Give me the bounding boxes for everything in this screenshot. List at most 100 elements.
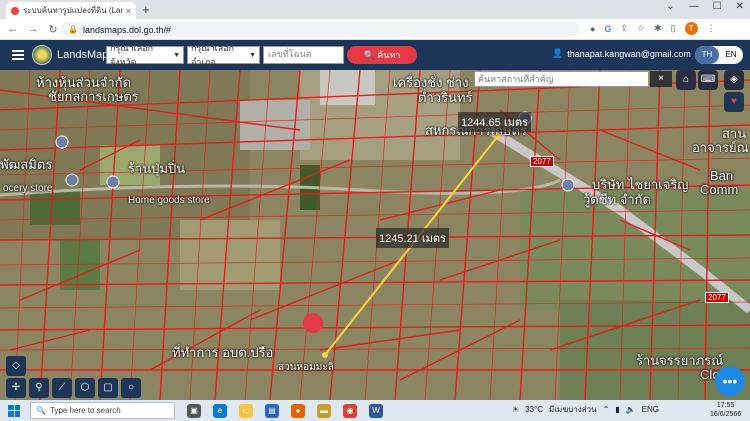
- firefox-icon[interactable]: ●: [291, 403, 305, 418]
- taskbar-search[interactable]: 🔍 Type here to search: [30, 402, 175, 419]
- language-toggle[interactable]: TH EN: [695, 46, 743, 64]
- task-view-icon[interactable]: ▣: [187, 403, 201, 418]
- clock-date: 16/6/2566: [710, 411, 742, 418]
- store-icon[interactable]: ▤: [265, 403, 279, 418]
- user-icon: 👤: [552, 48, 564, 58]
- rectangle-icon[interactable]: ▢: [98, 378, 118, 398]
- taskbar-search-placeholder: Type here to search: [49, 406, 121, 415]
- weather-icon: ☀: [512, 405, 520, 414]
- measure-line-icon[interactable]: ⟋: [52, 378, 72, 398]
- map-label: Home goods store: [128, 195, 210, 206]
- search-button[interactable]: 🔍 ค้นหา: [347, 46, 417, 64]
- draw-toolbar: ✢ ⚲ ⟋ ⬡ ▢ ○: [6, 378, 141, 398]
- forward-icon[interactable]: →: [26, 23, 40, 35]
- network-icon[interactable]: ▮: [615, 405, 619, 414]
- chrome-icon[interactable]: ◉: [343, 403, 357, 418]
- chevron-down-icon[interactable]: ⌄: [666, 1, 674, 12]
- circle-icon[interactable]: ○: [121, 378, 141, 398]
- map-label: ต่ำวรินทร์: [418, 90, 473, 105]
- close-icon[interactable]: ×: [650, 71, 672, 87]
- home-icon[interactable]: ⌂: [676, 70, 696, 90]
- lang-en[interactable]: EN: [719, 46, 743, 64]
- share-icon[interactable]: ⇪: [620, 23, 628, 34]
- tab-title: ระบบค้นหารูปแปลงที่ดิน (LandsMaps): [23, 6, 122, 15]
- location-icon[interactable]: ●: [590, 24, 595, 34]
- map-canvas[interactable]: ห้างหุ้นส่วนจำกัด ชัยกลการเกษตร พัฒสมิตร…: [0, 70, 750, 400]
- folder-icon[interactable]: ▬: [317, 403, 331, 418]
- draw-tool-top: ◇: [6, 356, 26, 376]
- map-label: ocery store: [3, 183, 53, 194]
- search-icon: 🔍: [36, 406, 46, 415]
- browser-tab[interactable]: ระบบค้นหารูปแปลงที่ดิน (LandsMaps) ×: [6, 2, 136, 19]
- map-label: ที่ทำการ อบต.ปรือ: [172, 345, 274, 360]
- distance-label: 1245.21 เมตร: [376, 228, 449, 248]
- minimize-icon[interactable]: —: [689, 1, 699, 12]
- province-select[interactable]: กรุณาเลือกจังหวัด ▼: [106, 43, 184, 67]
- more-options-button[interactable]: •••: [715, 366, 745, 396]
- chevron-down-icon: ▼: [249, 51, 256, 59]
- chevron-up-icon[interactable]: ⌃: [603, 405, 610, 414]
- province-select-value: กรุณาเลือกจังหวัด: [110, 43, 154, 67]
- weather-temp: 33°C: [525, 405, 544, 414]
- edge-icon[interactable]: e: [213, 403, 227, 418]
- map-label: อาจารย์ณ: [692, 140, 749, 155]
- crosshair-icon[interactable]: ✢: [6, 378, 26, 398]
- window-controls: ⌄ — ☐ ✕: [666, 1, 744, 12]
- eraser-icon[interactable]: ◇: [6, 356, 26, 376]
- extensions-icon[interactable]: ✱: [654, 23, 662, 34]
- polygon-icon[interactable]: ⬡: [75, 378, 95, 398]
- favorite-icon[interactable]: ♥: [724, 92, 744, 112]
- url-text: landsmaps.dol.go.th/#: [82, 24, 172, 35]
- windows-start-icon[interactable]: [8, 404, 20, 417]
- address-bar[interactable]: 🔒 landsmaps.dol.go.th/#: [60, 22, 580, 37]
- file-explorer-icon[interactable]: ▭: [239, 403, 253, 418]
- menu-icon[interactable]: ⋮: [707, 23, 716, 34]
- lang-th[interactable]: TH: [695, 46, 719, 64]
- amphoe-select[interactable]: กรุณาเลือกอำเภอ ▼: [187, 43, 260, 67]
- sidepanel-icon[interactable]: ▯: [671, 23, 676, 34]
- browser-tab-strip: ระบบค้นหารูปแปลงที่ดิน (LandsMaps) × + ⌄…: [0, 0, 750, 19]
- keyboard-icon[interactable]: ⌨: [698, 70, 718, 90]
- route-shield: 2077: [530, 156, 554, 167]
- map-label: ร้านปุ่มปิ่น: [128, 161, 186, 176]
- hamburger-icon[interactable]: [12, 48, 24, 62]
- tab-close-icon[interactable]: ×: [126, 6, 131, 16]
- taskbar-apps: ▣ e ▭ ▤ ● ▬ ◉ W: [187, 403, 383, 418]
- new-tab-button[interactable]: +: [142, 2, 150, 17]
- lock-icon: 🔒: [68, 25, 78, 34]
- user-email: thanapat.kangwan@gmail.com: [567, 48, 691, 59]
- distance-label: 1244.65 เมตร: [458, 112, 531, 132]
- taskbar-clock[interactable]: 17:55 16/6/2566: [710, 401, 741, 419]
- layers-icon[interactable]: ◈: [724, 70, 744, 90]
- back-icon[interactable]: ←: [6, 23, 20, 35]
- word-icon[interactable]: W: [369, 403, 383, 418]
- search-button-label: ค้นหา: [377, 50, 401, 60]
- volume-icon[interactable]: 🔈: [626, 405, 636, 414]
- clock-time: 17:55: [716, 402, 735, 409]
- google-icon[interactable]: G: [604, 24, 611, 34]
- tab-favicon-icon: [11, 6, 19, 15]
- chevron-down-icon: ▼: [173, 51, 180, 59]
- weather-desc: มีเมฆบางส่วน: [549, 405, 597, 414]
- map-label: วู้ดชีท จำกัด: [583, 192, 651, 207]
- maximize-icon[interactable]: ☐: [713, 1, 722, 12]
- extension-bar: ● G ⇪ ☆ ✱ ▯ T ⋮: [590, 22, 716, 35]
- close-window-icon[interactable]: ✕: [736, 1, 744, 12]
- reload-icon[interactable]: ↻: [46, 23, 60, 36]
- dol-logo: [32, 45, 52, 65]
- user-account[interactable]: 👤 thanapat.kangwan@gmail.com ⌄: [552, 48, 702, 59]
- browser-toolbar: ← → ↻ 🔒 landsmaps.dol.go.th/# ● G ⇪ ☆ ✱ …: [0, 19, 750, 40]
- language-indicator[interactable]: ENG: [642, 405, 659, 414]
- marker-icon[interactable]: ⚲: [29, 378, 49, 398]
- star-icon[interactable]: ☆: [637, 23, 645, 34]
- profile-avatar[interactable]: T: [684, 22, 698, 35]
- map-label: Ban: [710, 168, 734, 183]
- route-shield: 2077: [705, 292, 729, 303]
- map-label: ชัยกลการเกษตร: [48, 89, 139, 104]
- system-tray: ☀ 33°C มีเมฆบางส่วน ⌃ ▮ 🔈 ENG: [512, 403, 659, 416]
- amphoe-select-value: กรุณาเลือกอำเภอ: [191, 43, 235, 67]
- parcel-number-input[interactable]: เลขที่โฉนด: [263, 46, 344, 64]
- place-search-input[interactable]: ค้นหาสถานที่สำคัญ: [474, 71, 649, 87]
- map-label: พัฒสมิตร: [0, 157, 53, 172]
- map-label: สวนหอมมะลิ: [278, 362, 334, 373]
